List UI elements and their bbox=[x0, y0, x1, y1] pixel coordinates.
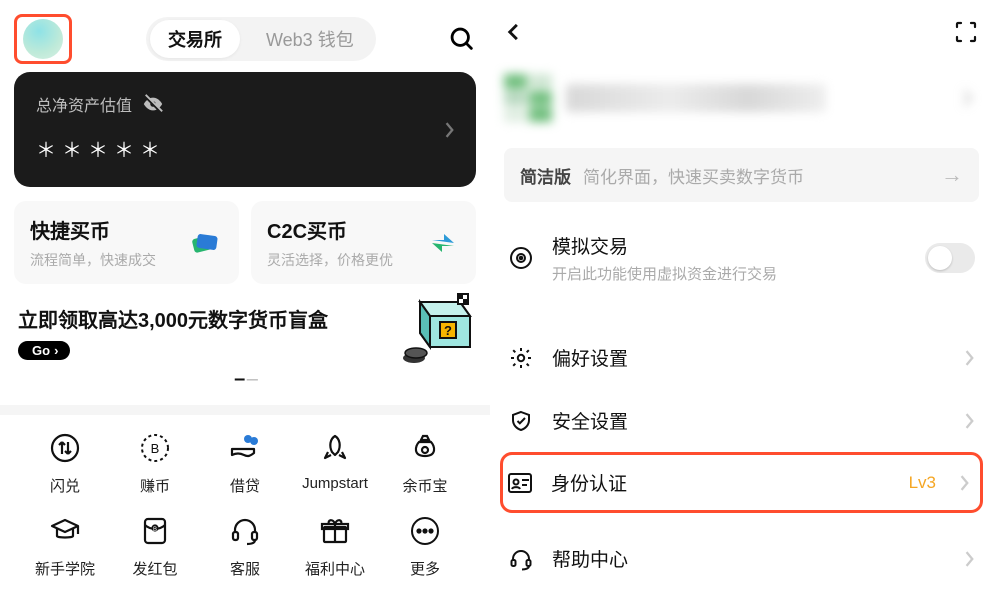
settings-top-bar bbox=[504, 12, 979, 52]
net-asset-card[interactable]: 总净资产估值 ＊＊＊＊＊ bbox=[14, 72, 476, 187]
moneybag-icon bbox=[408, 431, 442, 465]
settings-panel: 简洁版 简化界面，快速买卖数字货币 → 模拟交易 开启此功能使用虚拟资金进行交易… bbox=[490, 0, 993, 579]
chevron-right-icon: › bbox=[54, 343, 58, 358]
grid-item-redpacket[interactable]: B 发红包 bbox=[110, 514, 200, 579]
section-divider bbox=[0, 405, 490, 415]
grid-item-rewards[interactable]: 福利中心 bbox=[290, 514, 380, 579]
svg-text:?: ? bbox=[444, 323, 452, 338]
tab-web3-wallet[interactable]: Web3 钱包 bbox=[248, 20, 372, 58]
sim-sub: 开启此功能使用虚拟资金进行交易 bbox=[552, 263, 777, 284]
headset-icon bbox=[508, 546, 534, 572]
shield-icon bbox=[508, 408, 534, 434]
svg-text:B: B bbox=[151, 441, 160, 456]
chevron-right-icon bbox=[965, 413, 975, 429]
grid-label: 赚币 bbox=[140, 475, 170, 496]
promo-banner[interactable]: 立即领取高达3,000元数字货币盲盒 Go › ? bbox=[14, 304, 476, 360]
simple-sub: 简化界面，快速买卖数字货币 bbox=[583, 163, 804, 188]
swap-icon bbox=[48, 431, 82, 465]
asset-value-masked: ＊＊＊＊＊ bbox=[36, 134, 454, 163]
grid-label: 福利中心 bbox=[305, 558, 365, 579]
identity-title: 身份认证 bbox=[551, 469, 627, 496]
chevron-right-icon bbox=[965, 350, 975, 366]
mystery-box-icon: ? bbox=[394, 290, 476, 372]
chevron-right-icon bbox=[444, 122, 456, 138]
simple-mode-bar[interactable]: 简洁版 简化界面，快速买卖数字货币 → bbox=[504, 148, 979, 202]
grid-label: 发红包 bbox=[132, 558, 177, 579]
row-simulated-trading: 模拟交易 开启此功能使用虚拟资金进行交易 bbox=[504, 214, 979, 302]
grid-label: Jumpstart bbox=[302, 475, 368, 492]
cards-icon bbox=[187, 225, 223, 261]
eye-off-icon[interactable] bbox=[142, 93, 164, 115]
avatar[interactable] bbox=[23, 19, 63, 59]
rocket-icon bbox=[318, 431, 352, 465]
chevron-right-icon bbox=[960, 475, 970, 491]
home-panel: 交易所 Web3 钱包 总净资产估值 ＊＊＊＊＊ 快捷买币 流程简单，快速成交 … bbox=[0, 0, 490, 579]
grid-item-support[interactable]: 客服 bbox=[200, 514, 290, 579]
sim-toggle[interactable] bbox=[925, 243, 975, 273]
headset-icon bbox=[228, 514, 262, 548]
grid-item-swap[interactable]: 闪兑 bbox=[20, 431, 110, 496]
red-packet-icon: B bbox=[138, 514, 172, 548]
svg-text:B: B bbox=[153, 527, 157, 533]
search-icon[interactable] bbox=[448, 25, 476, 53]
profile-name-blurred bbox=[566, 84, 826, 112]
grid-label: 借贷 bbox=[230, 475, 260, 496]
gift-icon bbox=[318, 514, 352, 548]
row-help-center[interactable]: 帮助中心 bbox=[504, 527, 979, 590]
chevron-right-icon bbox=[965, 551, 975, 567]
simple-title: 简洁版 bbox=[520, 163, 571, 188]
grid-item-academy[interactable]: 新手学院 bbox=[20, 514, 110, 579]
c2c-buy-card[interactable]: C2C买币 灵活选择，价格更优 bbox=[251, 201, 476, 284]
tab-exchange[interactable]: 交易所 bbox=[150, 20, 240, 58]
banner-text: 立即领取高达3,000元数字货币盲盒 bbox=[18, 304, 338, 333]
help-title: 帮助中心 bbox=[552, 545, 628, 572]
gear-icon bbox=[508, 345, 534, 371]
security-title: 安全设置 bbox=[552, 407, 628, 434]
sim-text: 模拟交易 开启此功能使用虚拟资金进行交易 bbox=[552, 232, 777, 284]
asset-label-row: 总净资产估值 bbox=[36, 92, 454, 116]
grid-label: 闪兑 bbox=[50, 475, 80, 496]
grid-label: 更多 bbox=[410, 558, 440, 579]
identity-level: Lv3 bbox=[909, 473, 936, 493]
chevron-right-icon bbox=[963, 90, 973, 106]
grid-label: 新手学院 bbox=[35, 558, 95, 579]
more-icon bbox=[408, 514, 442, 548]
asset-label: 总净资产估值 bbox=[36, 92, 132, 116]
go-button[interactable]: Go › bbox=[18, 341, 70, 360]
grid-label: 余币宝 bbox=[402, 475, 447, 496]
earn-icon: B bbox=[138, 431, 172, 465]
scan-icon[interactable] bbox=[953, 19, 979, 45]
top-bar: 交易所 Web3 钱包 bbox=[14, 12, 476, 66]
arrow-right-icon: → bbox=[941, 162, 963, 188]
grid-item-savings[interactable]: 余币宝 bbox=[380, 431, 470, 496]
target-icon bbox=[508, 245, 534, 271]
graduation-icon bbox=[48, 514, 82, 548]
avatar-highlight bbox=[14, 14, 72, 64]
quick-buy-card[interactable]: 快捷买币 流程简单，快速成交 bbox=[14, 201, 239, 284]
row-preferences[interactable]: 偏好设置 bbox=[504, 326, 979, 389]
row-identity-verification[interactable]: 身份认证 Lv3 bbox=[500, 452, 983, 513]
go-label: Go bbox=[32, 343, 50, 358]
grid-item-loan[interactable]: 借贷 bbox=[200, 431, 290, 496]
row-security[interactable]: 安全设置 bbox=[504, 389, 979, 452]
sim-title: 模拟交易 bbox=[552, 232, 777, 259]
id-card-icon bbox=[507, 470, 533, 496]
profile-row[interactable] bbox=[504, 74, 979, 122]
mode-tabs: 交易所 Web3 钱包 bbox=[146, 17, 376, 61]
grid-item-earn[interactable]: B 赚币 bbox=[110, 431, 200, 496]
back-icon[interactable] bbox=[504, 22, 524, 42]
grid-item-more[interactable]: 更多 bbox=[380, 514, 470, 579]
buy-row: 快捷买币 流程简单，快速成交 C2C买币 灵活选择，价格更优 bbox=[14, 201, 476, 284]
pref-title: 偏好设置 bbox=[552, 344, 628, 371]
feature-grid: 闪兑 B 赚币 借贷 Jumpstart 余币宝 新手学院 B 发红包 客服 bbox=[14, 431, 476, 579]
grid-label: 客服 bbox=[230, 558, 260, 579]
loan-icon bbox=[228, 431, 262, 465]
grid-item-jumpstart[interactable]: Jumpstart bbox=[290, 431, 380, 496]
swap-arrows-icon bbox=[426, 226, 460, 260]
avatar-blurred bbox=[504, 74, 552, 122]
